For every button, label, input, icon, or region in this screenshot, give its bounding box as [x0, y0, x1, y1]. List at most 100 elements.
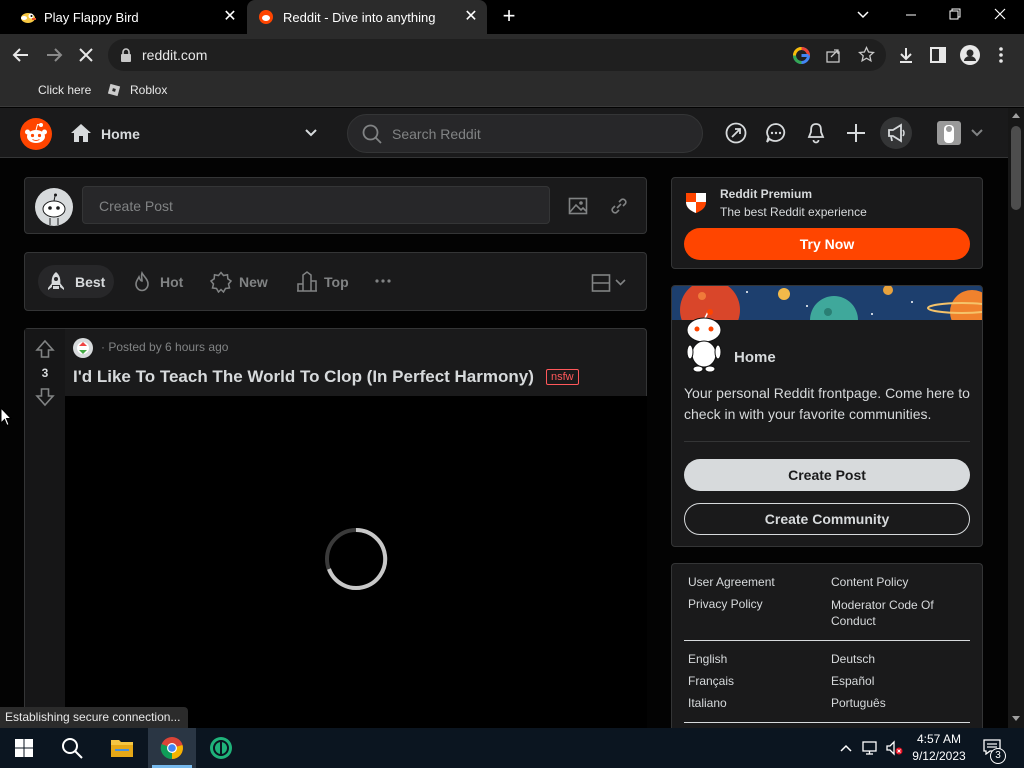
sort-top-button[interactable]: Top — [293, 265, 363, 298]
lang-portugues[interactable]: Português — [831, 696, 886, 710]
flame-icon — [132, 271, 152, 293]
downvote-arrow-icon[interactable] — [35, 387, 55, 407]
reddit-favicon-icon — [259, 10, 273, 24]
divider — [684, 640, 970, 641]
layout-toggle-icon[interactable] — [591, 273, 629, 293]
nsfw-flair: nsfw — [546, 369, 579, 385]
create-community-button[interactable]: Create Community — [684, 503, 970, 535]
link-moderator-code[interactable]: Moderator Code Of Conduct — [831, 597, 971, 629]
lang-english[interactable]: English — [688, 652, 727, 666]
tab-flappy-bird[interactable]: Play Flappy Bird ✕ — [8, 0, 246, 34]
advertise-megaphone-icon[interactable] — [880, 117, 912, 149]
home-feed-dropdown[interactable]: Home — [64, 114, 326, 152]
footer-links-card: User Agreement Privacy Policy Content Po… — [671, 563, 983, 728]
windows-start-icon[interactable] — [15, 739, 33, 757]
close-tab-icon[interactable]: ✕ — [463, 9, 479, 25]
user-avatar[interactable] — [35, 188, 73, 226]
windows-taskbar: 4:57 AM 9/12/2023 3 — [0, 728, 1024, 768]
home-icon — [70, 123, 92, 143]
download-icon[interactable] — [897, 46, 915, 64]
close-tab-icon[interactable]: ✕ — [222, 9, 238, 25]
browser-menu-icon[interactable] — [998, 46, 1004, 64]
restore-window-icon[interactable] — [947, 6, 963, 22]
chevron-down-icon — [970, 126, 984, 140]
google-icon[interactable] — [793, 47, 810, 64]
chrome-icon — [160, 736, 184, 760]
reddit-logo-icon[interactable] — [20, 118, 52, 150]
sort-hot-label: Hot — [160, 274, 184, 290]
chrome-taskbar-button[interactable] — [148, 728, 196, 768]
upvote-arrow-icon[interactable] — [35, 339, 55, 359]
status-bubble: Establishing secure connection... — [0, 707, 189, 728]
link-user-agreement[interactable]: User Agreement — [688, 575, 775, 589]
sort-new-button[interactable]: New — [207, 265, 281, 298]
bookmark-click-here[interactable]: Click here — [38, 83, 91, 97]
lock-icon[interactable] — [120, 48, 132, 62]
minimize-window-icon[interactable] — [903, 6, 919, 22]
profile-avatar-icon[interactable] — [960, 45, 980, 65]
popular-icon[interactable] — [725, 122, 747, 144]
side-panel-icon[interactable] — [929, 46, 947, 64]
lang-italiano[interactable]: Italiano — [688, 696, 727, 710]
network-icon[interactable] — [862, 740, 880, 756]
sort-best-button[interactable]: Best — [38, 265, 114, 298]
bookmark-roblox[interactable]: Roblox — [130, 83, 167, 97]
lang-espanol[interactable]: Español — [831, 674, 874, 688]
share-icon[interactable] — [825, 47, 841, 63]
chat-icon[interactable] — [765, 122, 787, 144]
search-placeholder: Search Reddit — [392, 126, 481, 142]
create-community-label: Create Community — [764, 511, 890, 527]
clock-date[interactable]: 9/12/2023 — [908, 749, 970, 763]
post-title[interactable]: I'd Like To Teach The World To Clop (In … — [73, 367, 534, 387]
new-tab-icon[interactable]: + — [499, 5, 519, 27]
file-explorer-icon[interactable] — [110, 737, 134, 759]
lang-deutsch[interactable]: Deutsch — [831, 652, 875, 666]
notifications-bell-icon[interactable] — [806, 122, 826, 144]
page-scrollbar[interactable] — [1008, 108, 1024, 728]
search-icon[interactable] — [61, 737, 83, 759]
stop-loading-icon[interactable] — [78, 47, 94, 63]
flappy-bird-favicon-icon — [20, 9, 36, 25]
link-icon[interactable] — [609, 196, 629, 216]
create-plus-icon[interactable] — [845, 122, 867, 144]
bookmark-star-icon[interactable] — [858, 46, 875, 63]
home-label: Home — [101, 126, 140, 142]
tray-chevron-up-icon[interactable] — [839, 742, 853, 754]
reddit-search-input[interactable]: Search Reddit — [347, 114, 703, 153]
try-now-button[interactable]: Try Now — [684, 228, 970, 260]
user-menu[interactable] — [930, 118, 990, 148]
premium-subtitle: The best Reddit experience — [720, 205, 867, 219]
back-arrow-icon[interactable] — [12, 46, 30, 64]
sort-hot-button[interactable]: Hot — [127, 265, 193, 298]
create-post-button[interactable]: Create Post — [684, 459, 970, 491]
post-meta: · Posted by 6 hours ago — [101, 340, 229, 354]
vote-count: 3 — [41, 366, 49, 380]
scrollbar-thumb[interactable] — [1011, 126, 1021, 210]
image-upload-icon[interactable] — [568, 196, 588, 216]
forward-arrow-icon[interactable] — [45, 46, 63, 64]
address-bar[interactable]: reddit.com — [108, 39, 886, 71]
snoo-mascot-icon — [682, 308, 726, 374]
link-privacy-policy[interactable]: Privacy Policy — [688, 597, 763, 611]
post-media-area[interactable] — [65, 396, 647, 729]
app-green-icon[interactable] — [209, 736, 233, 760]
volume-muted-icon[interactable] — [886, 740, 904, 756]
subreddit-icon[interactable] — [73, 338, 93, 358]
post-card[interactable]: 3 · Posted by 6 hours ago I'd Like To Te… — [24, 328, 647, 729]
lang-francais[interactable]: Français — [688, 674, 734, 688]
try-now-label: Try Now — [799, 236, 855, 252]
create-post-bar: Create Post — [24, 177, 647, 234]
scroll-down-arrow-icon[interactable] — [1012, 716, 1020, 722]
scroll-up-arrow-icon[interactable] — [1012, 112, 1020, 118]
notification-count-badge: 3 — [990, 748, 1006, 764]
reddit-header: Home Search Reddit — [0, 108, 1008, 158]
close-window-icon[interactable] — [992, 6, 1008, 22]
create-post-input[interactable]: Create Post — [82, 186, 550, 224]
link-content-policy[interactable]: Content Policy — [831, 575, 908, 589]
url-text[interactable]: reddit.com — [142, 47, 207, 63]
tab-search-chevron-icon[interactable] — [855, 6, 871, 22]
tab-reddit[interactable]: Reddit - Dive into anything ✕ — [247, 0, 487, 34]
clock-time[interactable]: 4:57 AM — [912, 732, 966, 746]
tab-title: Play Flappy Bird — [44, 10, 139, 25]
more-options-icon[interactable] — [374, 275, 392, 287]
